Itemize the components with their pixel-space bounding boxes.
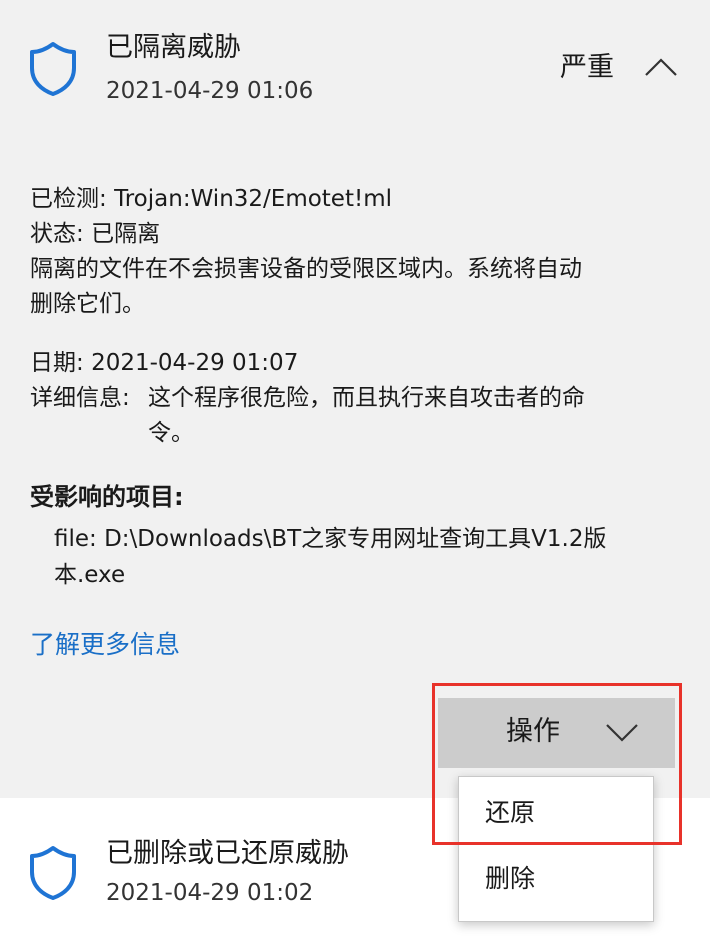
removed-threat-title: 已删除或已还原威胁 <box>106 838 349 869</box>
details-value-line-1: 这个程序很危险，而且执行来自攻击者的命 <box>148 385 585 411</box>
quarantined-threat-card: 已隔离威胁 2021-04-29 01:06 严重 已检测: Trojan:Wi… <box>0 0 710 798</box>
removed-threat-date: 2021-04-29 01:02 <box>106 880 314 906</box>
threat-title: 已隔离威胁 <box>106 32 241 63</box>
menu-item-delete-label: 删除 <box>485 864 536 893</box>
status-label: 状态: <box>30 221 84 247</box>
severity-label: 严重 <box>560 52 614 83</box>
detected-value: Trojan:Win32/Emotet!ml <box>114 186 392 212</box>
chevron-up-icon[interactable] <box>642 50 680 86</box>
date-value: 2021-04-29 01:07 <box>91 350 299 376</box>
learn-more-link[interactable]: 了解更多信息 <box>30 628 180 662</box>
details-value-line-2: 令。 <box>148 420 194 446</box>
affected-file-line-1: file: D:\Downloads\BT之家专用网址查询工具V1.2版 <box>54 526 607 552</box>
detected-label: 已检测: <box>30 186 107 212</box>
highlight-box <box>432 683 682 845</box>
shield-icon <box>28 844 78 900</box>
description-line-1: 隔离的文件在不会损害设备的受限区域内。系统将自动 <box>30 256 582 282</box>
threat-date: 2021-04-29 01:06 <box>106 78 314 104</box>
affected-items-title: 受影响的项目: <box>30 483 184 511</box>
details-label: 详细信息: <box>30 385 130 411</box>
detected-line: 已检测: Trojan:Win32/Emotet!ml <box>30 182 392 216</box>
date-label: 日期: <box>30 350 84 376</box>
menu-item-delete[interactable]: 删除 <box>459 849 653 913</box>
status-line: 状态: 已隔离 <box>30 217 160 251</box>
shield-icon <box>28 40 78 96</box>
description-line-2: 删除它们。 <box>30 291 145 317</box>
date-line: 日期: 2021-04-29 01:07 <box>30 346 298 380</box>
status-value: 已隔离 <box>91 221 161 247</box>
affected-file-line-2: 本.exe <box>54 562 126 588</box>
